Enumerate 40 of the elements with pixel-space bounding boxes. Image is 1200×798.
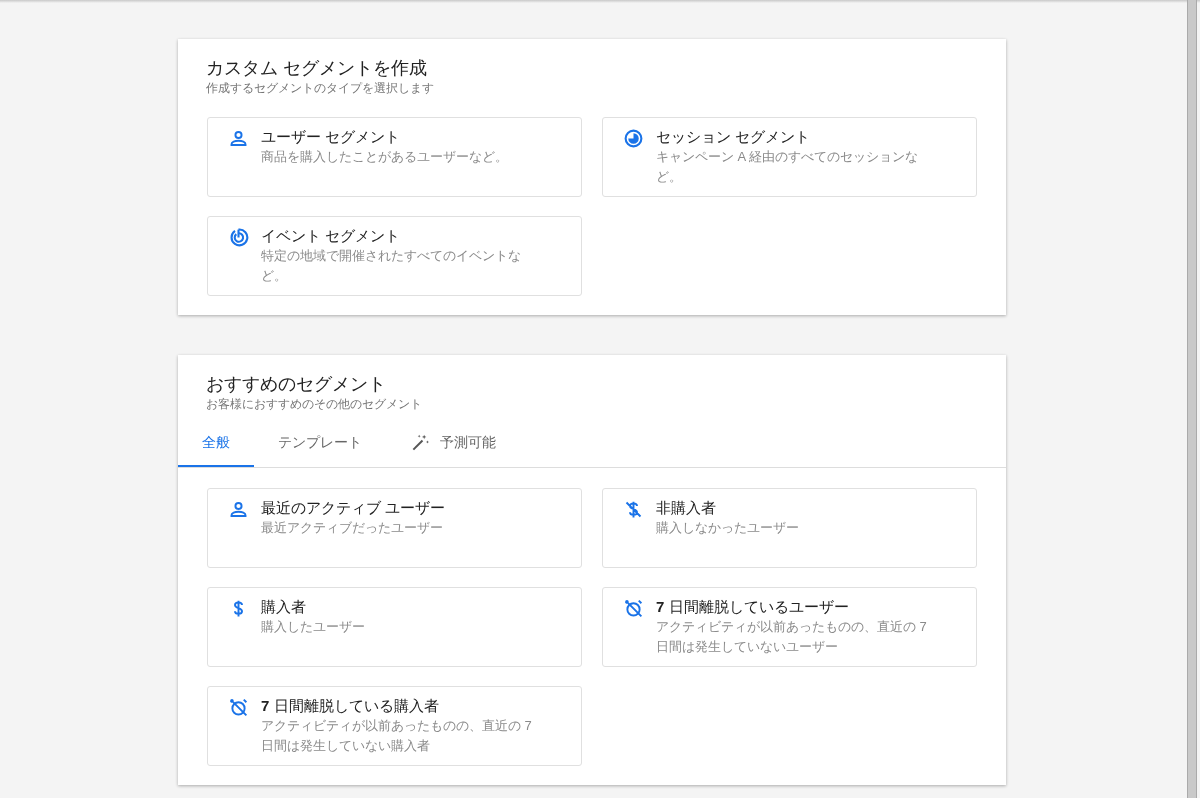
option-description: 特定の地域で開催されたすべてのイベントなど。 [261,247,522,285]
option-description: 購入しなかったユーザー [656,519,800,537]
panel-title: おすすめのセグメント [206,373,387,396]
segment-option-card[interactable]: 7 日間離脱している購入者 アクティビティが以前あったものの、直近の 7 日間は発生していない購入者 [207,686,582,766]
tab[interactable]: 予測可能 [386,423,520,467]
option-title: 7 日間離脱している購入者 [261,696,440,716]
person-icon [228,128,249,149]
option-title: 7 日間離脱しているユーザー [656,597,850,617]
segment-option-card[interactable]: 購入者 購入したユーザー [207,587,582,667]
alarm-off-icon [228,697,249,718]
scrollbar[interactable] [1187,0,1197,798]
segment-option-card[interactable]: 最近のアクティブ ユーザー 最近アクティブだったユーザー [207,488,582,568]
option-title: セッション セグメント [656,127,812,147]
magic-wand-icon [410,433,430,453]
option-description: 商品を購入したことがあるユーザーなど。 [261,148,509,166]
person-icon [228,499,249,520]
tab[interactable]: テンプレート [254,423,386,467]
option-description: 購入したユーザー [261,618,366,636]
segment-option-card[interactable]: イベント セグメント 特定の地域で開催されたすべてのイベントなど。 [207,216,582,296]
segment-option-card[interactable]: セッション セグメント キャンペーン A 経由のすべてのセッションなど。 [602,117,977,197]
panel-subtitle: お客様におすすめのその他のセグメント [206,397,423,411]
segment-option-card[interactable]: 7 日間離脱しているユーザー アクティビティが以前あったものの、直近の 7 日間は発生していないユーザー [602,587,977,667]
option-title: ユーザー セグメント [261,127,402,147]
option-description: キャンペーン A 経由のすべてのセッションなど。 [656,148,920,186]
panel-title: カスタム セグメントを作成 [206,57,428,80]
panel-subtitle: 作成するセグメントのタイプを選択します [206,81,435,95]
option-title: 購入者 [261,597,307,617]
no-dollar-icon [623,499,644,520]
tab[interactable]: 全般 [178,423,254,467]
alarm-off-icon [623,598,644,619]
segment-option-card[interactable]: 非購入者 購入しなかったユーザー [602,488,977,568]
option-description: アクティビティが以前あったものの、直近の 7 日間は発生していないユーザー [656,618,928,656]
segment-option-card[interactable]: ユーザー セグメント 商品を購入したことがあるユーザーなど。 [207,117,582,197]
pie-clock-icon [623,128,644,149]
option-description: アクティビティが以前あったものの、直近の 7 日間は発生していない購入者 [261,717,533,755]
option-description: 最近アクティブだったユーザー [261,519,444,537]
target-icon [228,227,249,248]
option-title: イベント セグメント [261,226,402,246]
option-title: 非購入者 [656,498,717,518]
option-title: 最近のアクティブ ユーザー [261,498,447,518]
